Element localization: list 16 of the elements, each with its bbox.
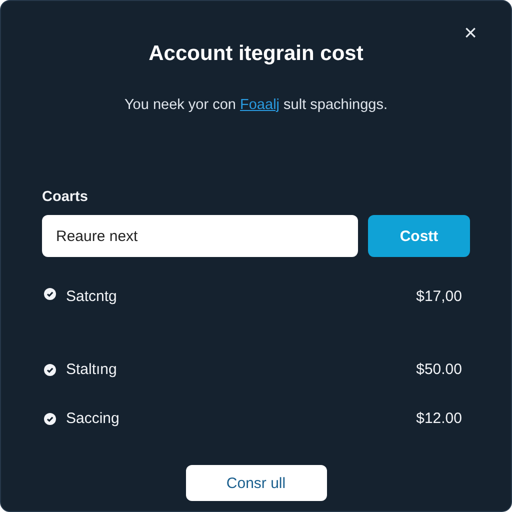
close-button[interactable]: × <box>460 21 481 45</box>
item-price: $17,00 <box>416 288 462 305</box>
check-icon <box>44 412 56 424</box>
item-name: Saccing <box>66 410 120 427</box>
dialog-subtitle: You neek yor con Foaalj sult spachinggs. <box>123 97 389 113</box>
item-price: $50.00 <box>416 361 462 378</box>
item-name: Staltıng <box>66 361 118 378</box>
item-name: Satcntg <box>66 288 118 305</box>
input-field[interactable]: Reaure next <box>42 215 358 257</box>
check-icon <box>44 288 56 300</box>
check-icon <box>44 364 56 376</box>
dialog-title: Account itegrain cost <box>148 41 364 67</box>
item-price: $12.00 <box>416 410 462 427</box>
field-label: Coarts <box>42 189 89 205</box>
footer-button[interactable]: Consr ull <box>186 465 326 501</box>
subtitle-link[interactable]: Foaalj <box>240 97 280 113</box>
